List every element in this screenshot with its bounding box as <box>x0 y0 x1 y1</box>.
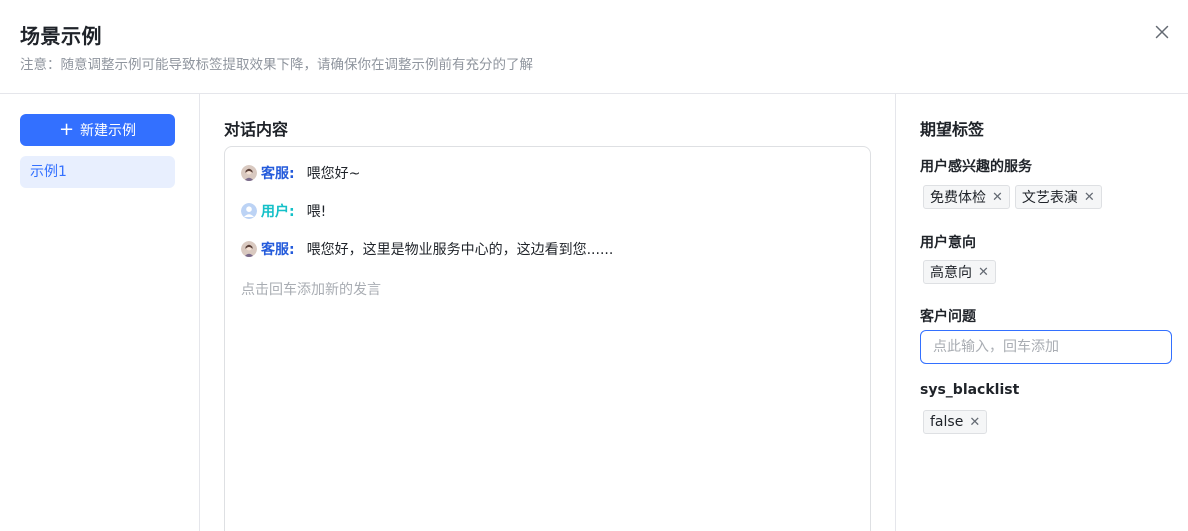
sidebar-item-example-1[interactable]: 示例1 <box>20 156 175 188</box>
plus-icon: + <box>58 119 75 140</box>
new-example-button[interactable]: + 新建示例 <box>20 114 175 146</box>
notice-text: 注意：随意调整示例可能导致标签提取效果下降，请确保你在调整示例前有充分的了解 <box>20 57 533 73</box>
tag: 免费体检 ✕ <box>923 185 1010 209</box>
tag: 文艺表演 ✕ <box>1014 185 1102 209</box>
examples-sidebar: + 新建示例 示例1 <box>0 94 200 531</box>
agent-avatar-icon <box>241 241 257 257</box>
message-row[interactable]: 客服: 喂您好，这里是物业服务中心的，这边看到您...... <box>241 239 613 259</box>
customer-issue-input[interactable] <box>920 330 1172 364</box>
new-example-label: 新建示例 <box>80 123 137 139</box>
conversation-title: 对话内容 <box>224 120 289 139</box>
tag-list: false ✕ <box>923 410 988 434</box>
conversation-panel: 对话内容 客服: 喂您好~ 用户: 喂! 客服: 喂您好，这里是物业服务中心的，… <box>200 94 896 531</box>
label-group-name: 用户意向 <box>920 235 976 251</box>
label-group-name: sys_blacklist <box>920 382 1020 398</box>
remove-tag-icon[interactable]: ✕ <box>969 416 980 429</box>
label-group-name: 客户问题 <box>920 309 976 325</box>
labels-panel: 期望标签 用户感兴趣的服务 免费体检 ✕ 文艺表演 ✕ 用户意向 高意向 ✕ 客… <box>896 94 1188 531</box>
conversation-box: 客服: 喂您好~ 用户: 喂! 客服: 喂您好，这里是物业服务中心的，这边看到您… <box>224 146 871 531</box>
message-row[interactable]: 客服: 喂您好~ <box>241 163 360 183</box>
tag-list: 免费体检 ✕ 文艺表演 ✕ <box>923 185 1102 209</box>
labels-title: 期望标签 <box>920 120 985 139</box>
dialog-header: 场景示例 注意：随意调整示例可能导致标签提取效果下降，请确保你在调整示例前有充分… <box>0 0 1188 94</box>
tag-list: 高意向 ✕ <box>923 260 996 284</box>
tag-label: 高意向 <box>930 265 972 281</box>
add-message-input[interactable]: 点击回车添加新的发言 <box>241 279 381 299</box>
tag-label: false <box>930 414 964 430</box>
tag: 高意向 ✕ <box>923 260 996 284</box>
message-row[interactable]: 用户: 喂! <box>241 201 326 221</box>
remove-tag-icon[interactable]: ✕ <box>1084 191 1095 204</box>
remove-tag-icon[interactable]: ✕ <box>978 266 989 279</box>
tag-label: 免费体检 <box>930 190 986 206</box>
user-avatar-icon <box>241 203 257 219</box>
remove-tag-icon[interactable]: ✕ <box>992 191 1003 204</box>
speaker-label: 客服: <box>261 242 295 258</box>
tag-label: 文艺表演 <box>1021 190 1078 206</box>
agent-avatar-icon <box>241 165 257 181</box>
message-text: 喂您好~ <box>306 166 361 182</box>
speaker-label: 用户: <box>261 204 295 220</box>
message-text: 喂! <box>306 204 327 220</box>
tag: false ✕ <box>923 410 988 434</box>
dialog-title: 场景示例 <box>20 24 102 48</box>
speaker-label: 客服: <box>261 166 295 182</box>
message-text: 喂您好，这里是物业服务中心的，这边看到您...... <box>306 242 614 258</box>
label-group-name: 用户感兴趣的服务 <box>920 159 1032 175</box>
close-icon[interactable] <box>1152 22 1172 42</box>
